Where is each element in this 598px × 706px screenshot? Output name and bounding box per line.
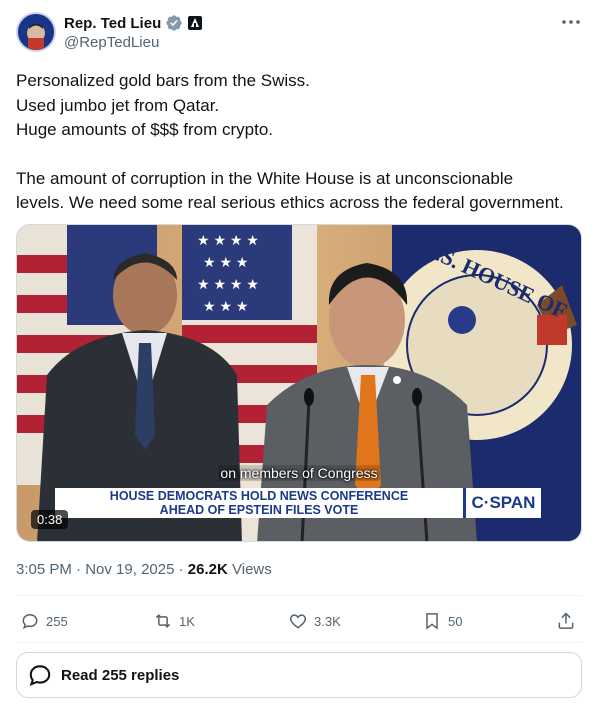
share-icon bbox=[558, 612, 574, 629]
svg-text:★ ★ ★: ★ ★ ★ bbox=[203, 254, 248, 270]
meta-separator: · bbox=[76, 561, 82, 578]
tweet-line: Personalized gold bars from the Swiss. bbox=[16, 71, 310, 90]
svg-text:★ ★ ★: ★ ★ ★ bbox=[203, 298, 248, 314]
tweet-line: levels. We need some real serious ethics… bbox=[16, 193, 564, 212]
video-player[interactable]: ★ ★ ★ ★ ★ ★ ★ ★ ★ ★ ★ ★ ★ ★ U.S. HOUSE O… bbox=[16, 224, 582, 542]
tweet-line: Used jumbo jet from Qatar. bbox=[16, 95, 220, 115]
divider bbox=[16, 642, 582, 643]
views-count: 26.2K bbox=[187, 561, 228, 578]
like-count: 3.3K bbox=[314, 613, 341, 629]
tweet-line: Huge amounts of $$$ from crypto. bbox=[16, 120, 274, 139]
lower-third-line-1: HOUSE DEMOCRATS HOLD NEWS CONFERENCE bbox=[109, 489, 409, 503]
more-options-icon[interactable] bbox=[560, 14, 582, 30]
tweet-line: The amount of corruption in the White Ho… bbox=[16, 168, 514, 188]
reply-bubble-icon bbox=[29, 665, 51, 687]
tweet-header: Rep. Ted Lieu @RepTedLieu bbox=[16, 12, 582, 56]
author-block: Rep. Ted Lieu @RepTedLieu bbox=[64, 13, 203, 51]
video-duration: 0:38 bbox=[31, 510, 69, 529]
read-replies-button[interactable]: Read 255 replies bbox=[16, 652, 582, 698]
government-badge-icon bbox=[187, 15, 203, 31]
divider bbox=[16, 595, 582, 596]
views-label: Views bbox=[232, 561, 272, 578]
like-button[interactable]: 3.3K bbox=[288, 606, 341, 636]
bookmark-count: 50 bbox=[448, 613, 463, 629]
verified-badge-icon bbox=[165, 14, 183, 32]
tweet-date[interactable]: Nov 19, 2025 bbox=[85, 561, 174, 578]
avatar[interactable] bbox=[16, 12, 56, 52]
repost-count: 1K bbox=[179, 613, 195, 629]
bookmark-button[interactable]: 50 bbox=[422, 606, 462, 636]
reply-button[interactable]: 255 bbox=[20, 606, 68, 636]
repost-icon bbox=[155, 614, 171, 628]
video-caption: on members of Congress bbox=[218, 465, 380, 481]
tweet-text: Personalized gold bars from the Swiss. U… bbox=[16, 69, 582, 216]
author-handle[interactable]: @RepTedLieu bbox=[64, 34, 203, 51]
heart-icon bbox=[289, 614, 307, 629]
svg-text:★ ★ ★ ★: ★ ★ ★ ★ bbox=[197, 276, 259, 292]
meta-separator: · bbox=[178, 561, 184, 578]
repost-button[interactable]: 1K bbox=[153, 606, 195, 636]
share-button[interactable] bbox=[556, 606, 582, 636]
read-replies-label: Read 255 replies bbox=[61, 666, 180, 684]
action-bar: 255 1K 3.3K 50 bbox=[16, 606, 582, 636]
bookmark-icon bbox=[426, 613, 438, 630]
tweet-time[interactable]: 3:05 PM bbox=[16, 561, 72, 578]
lower-third-banner: HOUSE DEMOCRATS HOLD NEWS CONFERENCE AHE… bbox=[55, 488, 463, 518]
tweet-meta: 3:05 PM · Nov 19, 2025 · 26.2K Views bbox=[16, 561, 272, 578]
reply-count: 255 bbox=[46, 613, 68, 629]
lower-third-line-2: AHEAD OF EPSTEIN FILES VOTE bbox=[159, 503, 359, 517]
display-name[interactable]: Rep. Ted Lieu bbox=[64, 15, 161, 32]
reply-icon bbox=[22, 613, 38, 630]
svg-text:★ ★ ★ ★: ★ ★ ★ ★ bbox=[197, 232, 259, 248]
cspan-logo: C·SPAN bbox=[463, 488, 541, 518]
